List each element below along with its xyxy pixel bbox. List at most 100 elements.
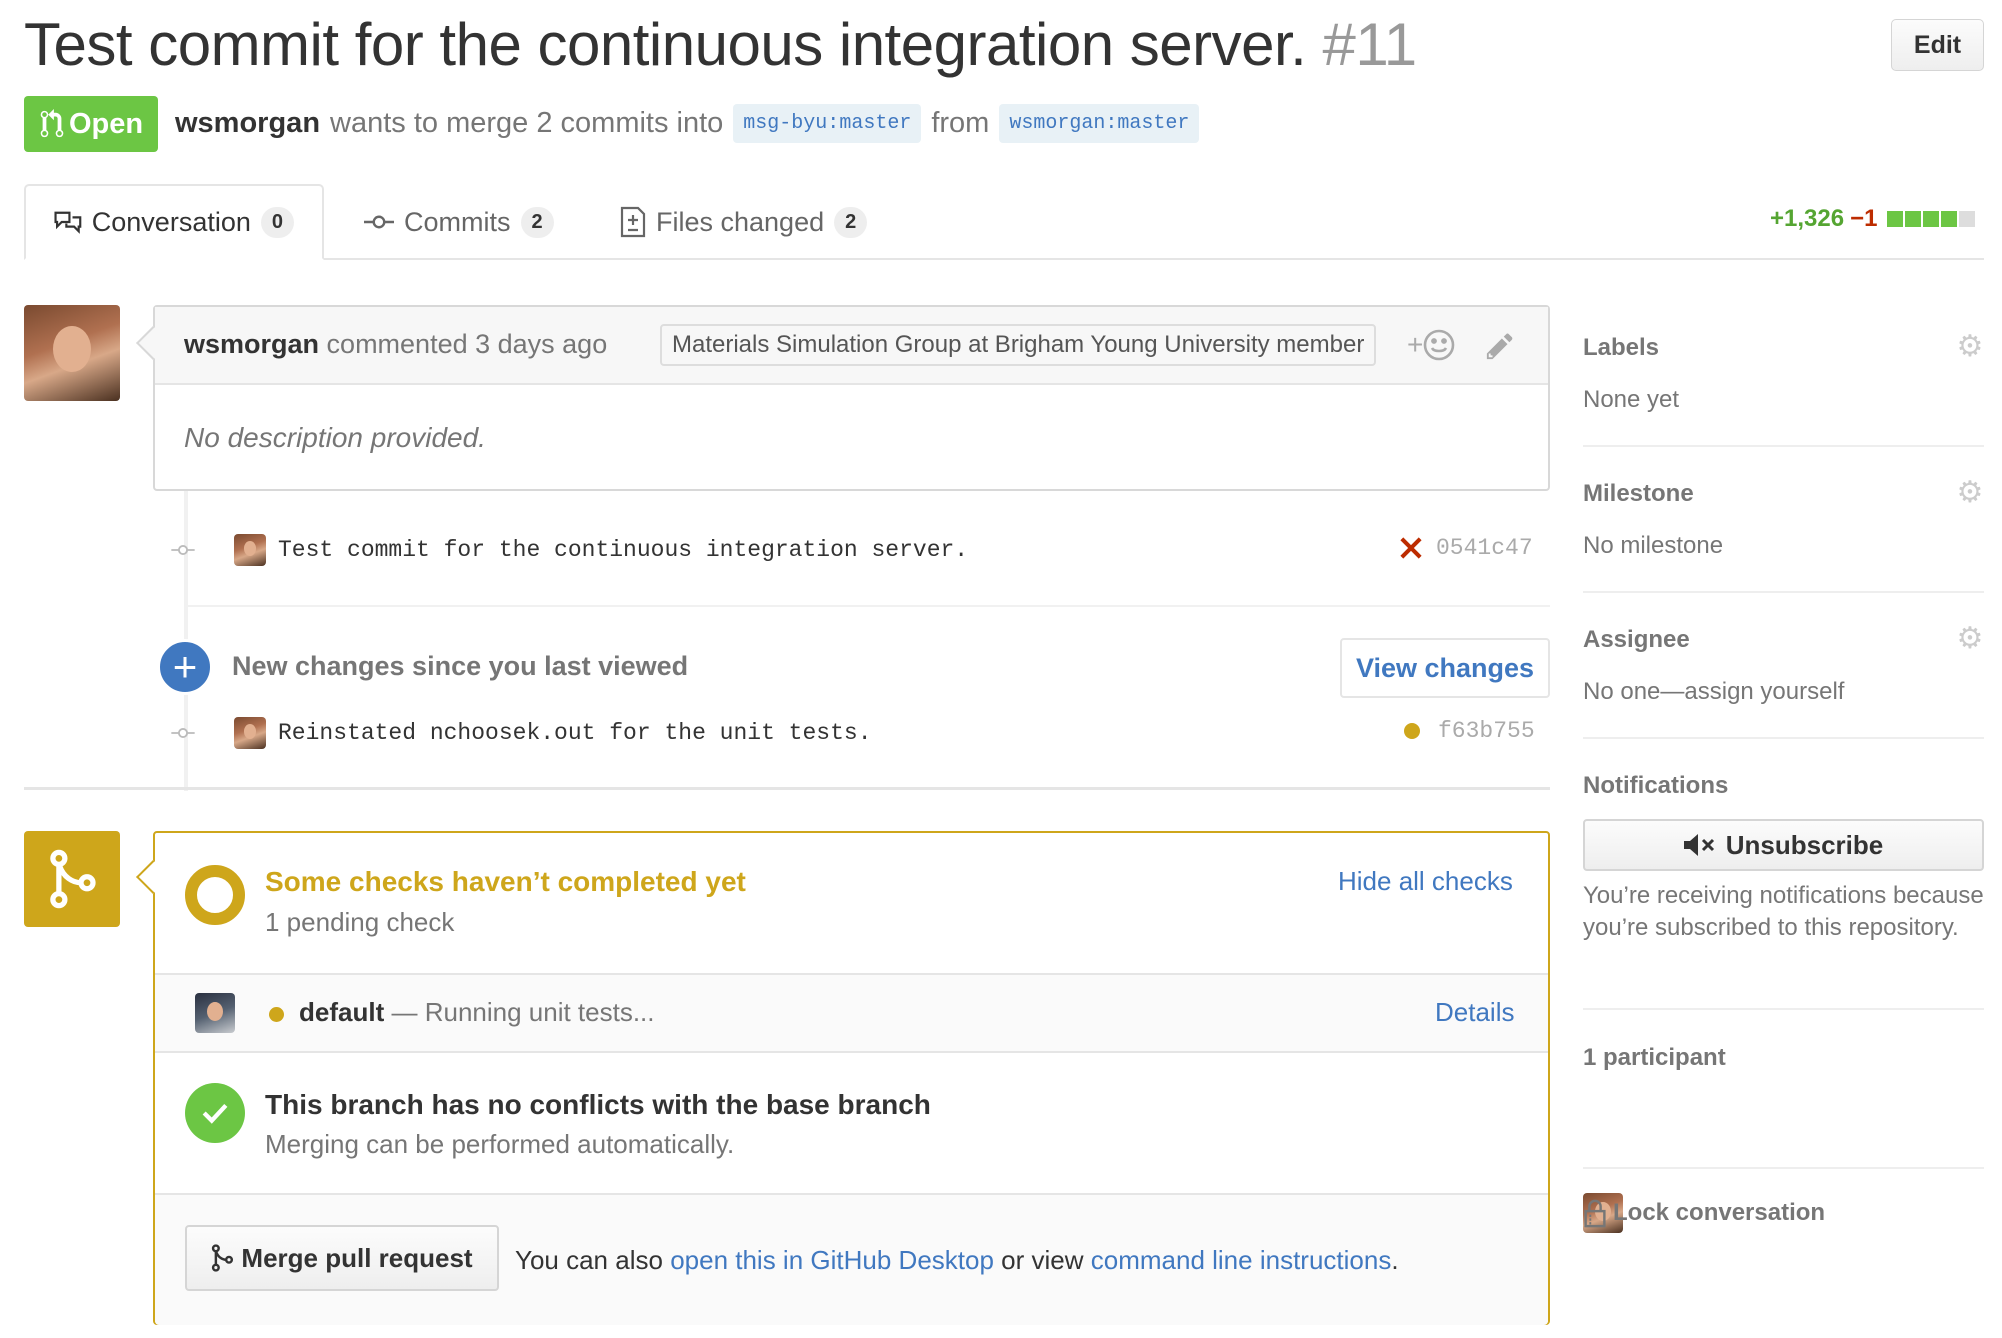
check-context: default — Running unit tests...	[299, 997, 655, 1028]
github-desktop-link[interactable]: open this in GitHub Desktop	[670, 1245, 994, 1275]
from-text: from	[931, 107, 990, 139]
git-pull-request-icon	[40, 109, 64, 138]
edit-title-button[interactable]: Edit	[1891, 19, 1984, 71]
tab-files-changed[interactable]: Files changed 2	[592, 184, 895, 260]
command-line-link[interactable]: command line instructions	[1091, 1245, 1392, 1275]
lock-conversation-link[interactable]: Lock conversation	[1583, 1198, 1825, 1228]
comment-author-link[interactable]: wsmorgan	[184, 329, 319, 359]
tab-conversation[interactable]: Conversation 0	[24, 184, 324, 260]
view-changes-button[interactable]: View changes	[1340, 638, 1550, 698]
notifications-heading: Notifications	[1583, 772, 1729, 799]
milestone-value: No milestone	[1583, 532, 1724, 559]
diffstat: +1,326 −1	[1770, 205, 1976, 233]
check-details-link[interactable]: Details	[1435, 997, 1514, 1028]
merge-note-prefix: You can also	[515, 1245, 663, 1275]
base-branch[interactable]: msg-byu:master	[733, 104, 922, 143]
merge-box-pointer	[136, 860, 170, 894]
add-reaction-button[interactable]: +	[1407, 329, 1455, 361]
plus-icon: +	[1407, 329, 1424, 360]
plus-icon: +	[157, 639, 213, 695]
merge-footer: Merge pull request You can also open thi…	[155, 1193, 1548, 1325]
check-description: Running unit tests...	[424, 997, 655, 1027]
diffstat-block	[1941, 211, 1958, 227]
git-commit-icon	[170, 537, 196, 563]
sidebar-divider	[1583, 445, 1984, 447]
tab-commits[interactable]: Commits 2	[336, 184, 582, 260]
commit-status: 0541c47	[1400, 535, 1533, 561]
pr-number: #11	[1322, 11, 1417, 78]
pr-meta: wsmorgan wants to merge 2 commits into m…	[175, 104, 1200, 143]
comment-body: No description provided.	[184, 422, 486, 453]
participants-heading: 1 participant	[1583, 1044, 1726, 1071]
hide-checks-link[interactable]: Hide all checks	[1338, 866, 1513, 897]
check-icon	[185, 1083, 245, 1143]
assignee-value[interactable]: No one—assign yourself	[1583, 678, 1844, 706]
pencil-icon[interactable]	[1485, 331, 1515, 361]
merge-note-mid: or view	[1001, 1245, 1084, 1275]
comment-header: wsmorgan commented 3 days ago Materials …	[155, 307, 1548, 385]
diffstat-additions: +1,326	[1770, 205, 1845, 232]
file-diff-icon	[620, 206, 646, 238]
merge-box: Some checks haven’t completed yet 1 pend…	[136, 831, 1550, 1325]
diffstat-bar	[1887, 211, 1976, 227]
unsubscribe-label: Unsubscribe	[1725, 829, 1884, 860]
commit-message[interactable]: Test commit for the continuous integrati…	[278, 537, 968, 563]
checks-subtitle: 1 pending check	[265, 907, 455, 937]
gear-icon[interactable]: ⚙	[1955, 332, 1985, 362]
pr-title: Test commit for the continuous integrati…	[24, 10, 1417, 79]
tab-label: Conversation	[91, 206, 251, 237]
git-commit-icon	[170, 720, 196, 746]
mute-icon	[1683, 834, 1714, 856]
milestone-heading[interactable]: Milestone	[1583, 480, 1694, 508]
comment-author-avatar[interactable]	[24, 305, 120, 401]
diffstat-deletions: −1	[1850, 205, 1878, 232]
comment-discussion-icon	[54, 211, 82, 234]
tab-counter: 2	[520, 206, 554, 238]
member-badge: Materials Simulation Group at Brigham Yo…	[660, 324, 1377, 366]
pr-title-text: Test commit for the continuous integrati…	[24, 11, 1307, 78]
diffstat-block	[1887, 211, 1904, 227]
commit-sha[interactable]: 0541c47	[1436, 535, 1533, 561]
tab-label: Commits	[404, 206, 511, 237]
commit-message[interactable]: Reinstated nchoosek.out for the unit tes…	[278, 720, 872, 746]
diffstat-block	[1905, 211, 1922, 227]
timeline-separator	[24, 787, 1550, 790]
merge-text: wants to merge 2 commits into	[330, 107, 724, 139]
tab-counter: 2	[834, 206, 868, 238]
commit-author-avatar[interactable]	[234, 717, 266, 749]
gear-icon[interactable]: ⚙	[1955, 478, 1985, 508]
comment-timestamp: commented 3 days ago	[326, 329, 608, 359]
commit-author-avatar[interactable]	[234, 534, 266, 566]
check-row: default — Running unit tests... Details	[155, 973, 1548, 1053]
commit-sha[interactable]: f63b755	[1438, 718, 1535, 744]
merge-pull-request-button[interactable]: Merge pull request	[185, 1225, 499, 1291]
x-icon[interactable]	[1400, 537, 1422, 559]
new-changes-divider	[184, 605, 1550, 607]
merge-note-suffix: .	[1391, 1245, 1399, 1275]
state-label: Open	[68, 107, 144, 140]
tab-label: Files changed	[656, 206, 825, 237]
sidebar-divider	[1583, 591, 1984, 593]
mergeability-subtitle: Merging can be performed automatically.	[265, 1129, 735, 1159]
assignee-heading[interactable]: Assignee	[1583, 626, 1690, 654]
mergeability-title: This branch has no conflicts with the ba…	[265, 1089, 931, 1120]
dot-icon	[269, 1007, 284, 1022]
labels-heading[interactable]: Labels	[1583, 334, 1659, 362]
check-name: default	[299, 997, 385, 1027]
lock-label: Lock conversation	[1613, 1199, 1826, 1226]
git-merge-icon	[212, 1244, 234, 1272]
merge-button-label: Merge pull request	[241, 1242, 473, 1273]
checks-title: Some checks haven’t completed yet	[265, 866, 746, 897]
check-dash: —	[391, 997, 418, 1027]
diffstat-block	[1959, 211, 1976, 227]
dot-icon[interactable]	[1404, 723, 1420, 739]
unsubscribe-button[interactable]: Unsubscribe	[1583, 819, 1984, 871]
tab-counter: 0	[260, 206, 294, 238]
diffstat-block	[1923, 211, 1940, 227]
state-badge: Open	[24, 96, 158, 152]
head-branch[interactable]: wsmorgan:master	[999, 104, 1200, 143]
gear-icon[interactable]: ⚙	[1955, 624, 1985, 654]
pr-author-link[interactable]: wsmorgan	[175, 107, 320, 140]
ci-avatar	[195, 993, 235, 1033]
smiley-icon	[1424, 329, 1455, 361]
